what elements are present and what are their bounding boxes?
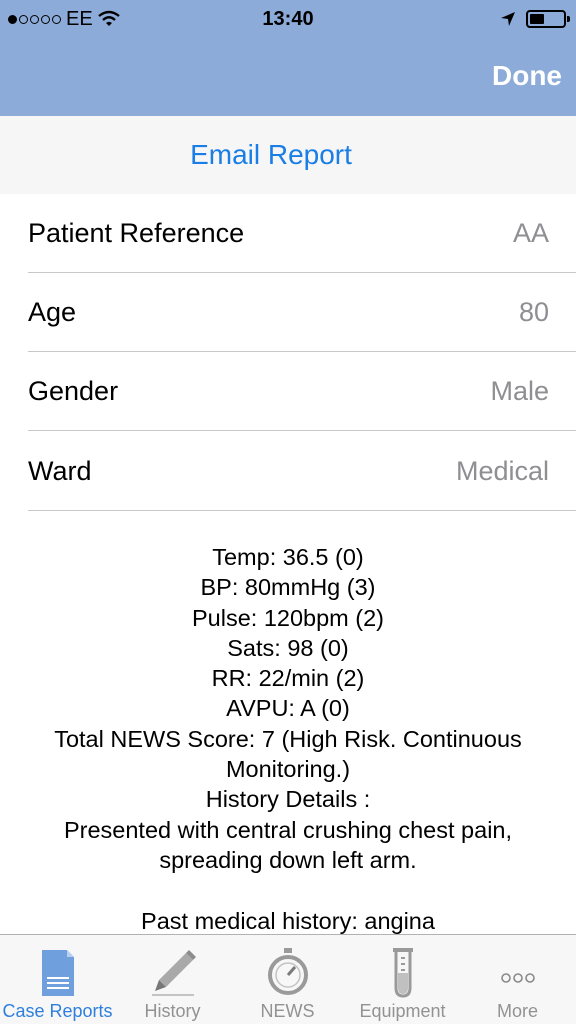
tab-label: Case Reports <box>2 1001 113 1021</box>
test-tube-icon <box>392 948 413 998</box>
tab-history[interactable]: History <box>115 935 230 1025</box>
ward-value: Medical <box>455 456 549 486</box>
navigation-bar: Done <box>0 40 576 116</box>
status-time: 13:40 <box>262 8 314 30</box>
sats-line: Sats: 98 (0) <box>227 634 349 661</box>
tab-label: NEWS <box>260 1001 315 1021</box>
report-summary: Temp: 36.5 (0) BP: 80mmHg (3) Pulse: 120… <box>0 542 576 936</box>
age-row: Age 80 <box>0 273 576 352</box>
tab-case-reports[interactable]: Case Reports <box>0 935 115 1025</box>
patient-reference-label: Patient Reference <box>28 218 245 248</box>
email-report-section: Email Report <box>0 116 576 194</box>
tab-label: Equipment <box>359 1001 446 1021</box>
tab-news[interactable]: NEWS <box>230 935 345 1025</box>
patient-reference-row: Patient Reference AA <box>0 194 576 273</box>
ward-row: Ward Medical <box>0 432 576 511</box>
history-details-heading: History Details : <box>205 786 371 813</box>
more-dots-icon <box>500 973 535 983</box>
done-button[interactable]: Done <box>492 60 562 92</box>
document-icon <box>41 950 74 996</box>
battery-icon <box>526 10 570 28</box>
age-value: 80 <box>518 297 549 327</box>
news-score-line: Total NEWS Score: 7 (High Risk. Continuo… <box>54 725 522 783</box>
tab-equipment[interactable]: Equipment <box>345 935 460 1025</box>
tab-label: History <box>144 1001 201 1021</box>
tab-more[interactable]: More <box>460 935 575 1025</box>
bp-line: BP: 80mmHg (3) <box>200 574 376 601</box>
rr-line: RR: 22/min (2) <box>211 665 365 692</box>
past-medical-history-line: Past medical history: angina <box>141 907 435 934</box>
patient-reference-value: AA <box>512 218 549 248</box>
ward-label: Ward <box>28 456 92 486</box>
gender-row: Gender Male <box>0 352 576 431</box>
pencil-icon <box>151 950 196 996</box>
gender-label: Gender <box>28 376 119 406</box>
history-details-text: Presented with central crushing chest pa… <box>63 816 513 873</box>
status-bar: EE 13:40 <box>0 0 576 40</box>
gender-value: Male <box>490 376 549 406</box>
pulse-line: Pulse: 120bpm (2) <box>191 604 385 631</box>
age-label: Age <box>28 297 77 327</box>
row-divider <box>28 510 576 511</box>
avpu-line: AVPU: A (0) <box>226 695 350 722</box>
email-report-button[interactable]: Email Report <box>0 139 542 171</box>
location-arrow-icon <box>501 12 515 26</box>
tab-label: More <box>496 1001 538 1021</box>
row-divider <box>28 430 576 431</box>
temp-line: Temp: 36.5 (0) <box>212 544 364 570</box>
tab-bar: Case Reports History NEWS Equipment More <box>0 934 576 1024</box>
stopwatch-icon <box>267 948 308 995</box>
